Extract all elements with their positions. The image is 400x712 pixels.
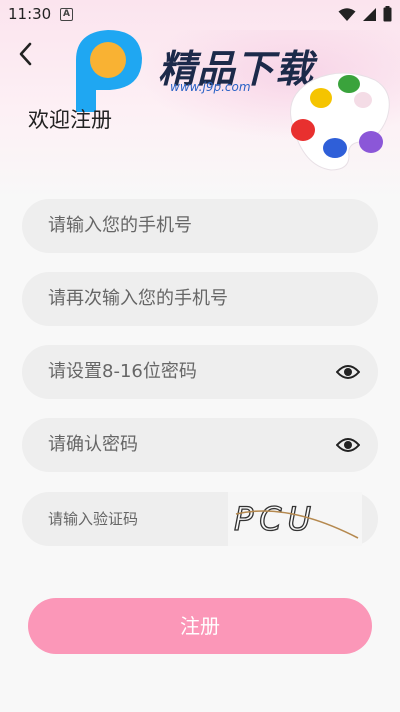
password-confirm-placeholder: 请确认密码 (48, 434, 138, 455)
logo-url: www.j9p.com (170, 80, 251, 94)
eye-icon[interactable] (336, 434, 360, 456)
captcha-text: PCU (234, 500, 317, 538)
logo-mark-icon (76, 30, 142, 112)
page-title: 欢迎注册 (28, 108, 112, 132)
status-time: 11:30 (8, 5, 52, 23)
captcha-image[interactable]: PCU (228, 492, 362, 546)
password-placeholder: 请设置8-16位密码 (48, 361, 197, 382)
password-confirm-input[interactable]: 请确认密码 (22, 418, 378, 472)
chevron-left-icon (19, 42, 32, 66)
signal-icon (363, 7, 376, 21)
palette-icon (290, 72, 390, 171)
back-button[interactable] (14, 40, 40, 68)
wifi-icon (338, 7, 356, 21)
register-button[interactable]: 注册 (28, 598, 372, 654)
captcha-placeholder: 请输入验证码 (48, 510, 139, 528)
phone-input[interactable]: 请输入您的手机号 (22, 199, 378, 253)
eye-icon[interactable] (336, 361, 360, 383)
notification-icon: A (60, 8, 73, 21)
phone-confirm-input[interactable]: 请再次输入您的手机号 (22, 272, 378, 326)
captcha-input[interactable]: 请输入验证码 PCU (22, 492, 378, 546)
password-input[interactable]: 请设置8-16位密码 (22, 345, 378, 399)
battery-icon (383, 6, 392, 22)
status-icons (338, 6, 392, 22)
phone-placeholder: 请输入您的手机号 (48, 215, 192, 236)
phone-confirm-placeholder: 请再次输入您的手机号 (48, 288, 228, 309)
